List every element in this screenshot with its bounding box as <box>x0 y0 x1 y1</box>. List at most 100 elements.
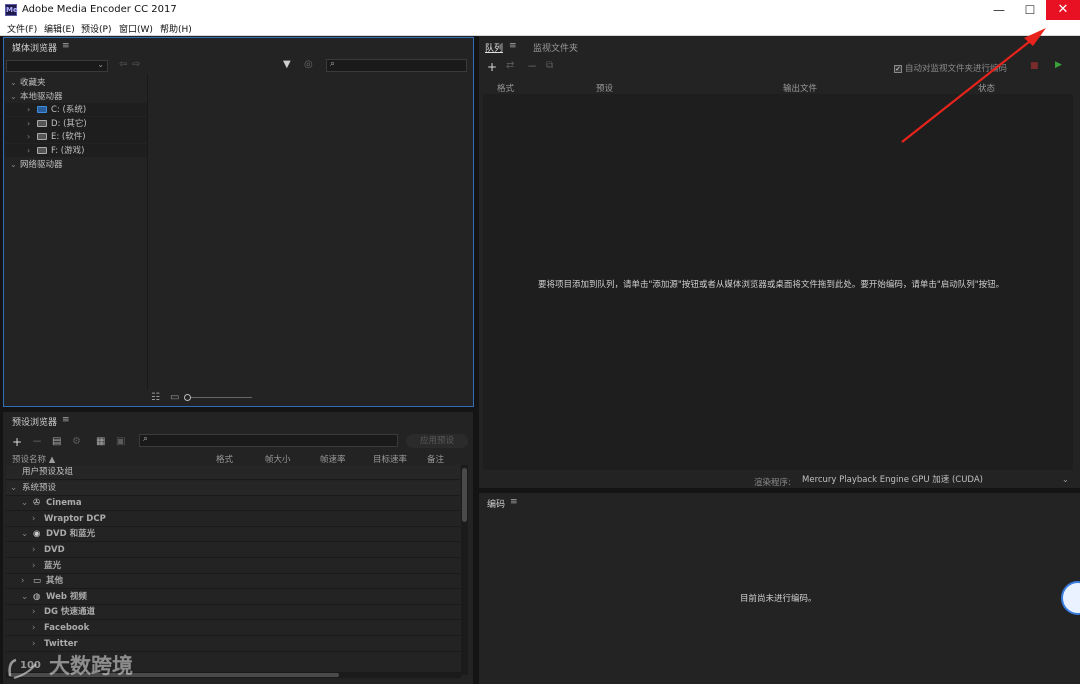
add-source-plus-icon[interactable]: + <box>487 60 497 74</box>
queue-menu-icon[interactable]: ≡ <box>509 41 517 51</box>
chevron-down-icon: ⌄ <box>21 529 29 540</box>
preset-settings-icon[interactable]: ⚙ <box>72 436 81 447</box>
preset-row[interactable]: › Facebook <box>6 621 460 636</box>
preset-row[interactable]: ⌄ ◉ DVD 和蓝光 <box>6 527 460 543</box>
tree-favorites[interactable]: ⌄ 收藏夹 <box>10 76 46 89</box>
watermark: 100 大数跨境 <box>6 650 133 680</box>
preset-row-label: Cinema <box>46 498 82 509</box>
preset-column-format[interactable]: 格式 <box>216 453 233 465</box>
tab-queue[interactable]: 队列 <box>485 41 503 54</box>
disc-icon: ◉ <box>33 529 41 540</box>
queue-column-preset[interactable]: 预设 <box>596 82 613 94</box>
preset-row[interactable]: › ▭ 其他 <box>6 574 460 590</box>
scrollbar-thumb[interactable] <box>462 468 467 522</box>
add-output-icon[interactable]: ⇄ <box>506 60 514 71</box>
preset-row-label: DVD <box>44 545 65 555</box>
preset-column-comment[interactable]: 备注 <box>427 453 444 465</box>
queue-column-status[interactable]: 状态 <box>978 82 995 94</box>
checkbox-checked-icon: ✓ <box>894 64 902 73</box>
menu-edit[interactable]: 编辑(E) <box>44 22 75 35</box>
preset-row[interactable]: ⌄ 系统预设 <box>6 480 460 496</box>
preset-column-frame-rate[interactable]: 帧速率 <box>320 453 346 465</box>
tab-watch-folders[interactable]: 监视文件夹 <box>533 41 578 54</box>
app-logo-icon: Me <box>5 4 18 16</box>
start-queue-play-icon[interactable]: ▶ <box>1055 60 1062 70</box>
menu-file[interactable]: 文件(F) <box>7 22 37 35</box>
preset-column-target-rate[interactable]: 目标速率 <box>373 453 407 465</box>
view-toggle-icon[interactable]: ◎ <box>304 59 313 70</box>
maximize-button[interactable]: ☐ <box>1014 0 1046 20</box>
list-view-icon[interactable]: ☷ <box>151 392 160 403</box>
preset-row[interactable]: › DVD <box>6 543 460 558</box>
import-preset-icon[interactable]: ▦ <box>96 436 105 447</box>
duplicate-icon[interactable]: ⧉ <box>546 60 553 71</box>
new-preset-plus-icon[interactable]: + <box>12 435 22 449</box>
menu-help[interactable]: 帮助(H) <box>160 22 192 35</box>
encoding-idle-message: 目前尚未进行编码。 <box>740 594 817 604</box>
forward-arrow-icon[interactable]: ⇨ <box>132 59 140 70</box>
preset-row[interactable]: › 蓝光 <box>6 559 460 574</box>
apply-preset-button[interactable]: 应用预设 <box>406 434 468 448</box>
new-group-icon[interactable]: ▤ <box>52 436 61 447</box>
monitor-icon: ▭ <box>33 576 42 587</box>
preset-row-label: 用户预设及组 <box>22 467 74 477</box>
queue-column-format[interactable]: 格式 <box>497 82 514 94</box>
chevron-down-icon: ⌄ <box>21 591 29 602</box>
close-button[interactable]: ✕ <box>1046 0 1080 20</box>
chevron-right-icon: › <box>32 513 36 524</box>
preset-row-label: 其他 <box>46 576 64 587</box>
chevron-right-icon: › <box>27 132 31 141</box>
chevron-right-icon: › <box>32 607 36 618</box>
tree-network-drives[interactable]: ⌄ 网络驱动器 <box>10 158 63 171</box>
preset-row[interactable]: › DG 快速通道 <box>6 605 460 621</box>
thumbnail-view-icon[interactable]: ▭ <box>170 392 179 403</box>
chevron-right-icon: › <box>27 105 31 114</box>
auto-encode-checkbox[interactable]: ✓ 自动对监视文件夹进行编码 <box>894 62 1007 74</box>
encoding-menu-icon[interactable]: ≡ <box>510 497 518 507</box>
media-browser-content <box>149 74 472 390</box>
preset-column-frame-size[interactable]: 帧大小 <box>265 453 291 465</box>
chevron-down-icon: ⌄ <box>1061 475 1069 485</box>
tree-drive-e[interactable]: › E: (软件) <box>5 130 147 143</box>
media-browser-title[interactable]: 媒体浏览器 <box>12 41 57 54</box>
preset-browser-title[interactable]: 预设浏览器 <box>12 415 57 428</box>
chevron-down-icon: ⌄ <box>21 498 29 509</box>
thumbnail-size-slider-track[interactable] <box>190 397 252 398</box>
encoding-title[interactable]: 编码 <box>487 497 505 510</box>
renderer-label: 渲染程序: <box>754 478 791 488</box>
preset-row-label: 蓝光 <box>44 560 62 571</box>
chevron-right-icon: › <box>32 623 36 633</box>
media-browser-path-dropdown[interactable]: ⌄ <box>6 60 108 72</box>
media-browser-menu-icon[interactable]: ≡ <box>62 41 70 51</box>
back-arrow-icon[interactable]: ⇦ <box>119 59 127 70</box>
filter-icon[interactable]: ▼ <box>283 59 291 70</box>
stop-queue-icon[interactable]: ■ <box>1030 61 1039 71</box>
hard-drive-icon <box>37 133 47 140</box>
thumbnail-size-slider-handle[interactable] <box>184 394 191 401</box>
preset-row[interactable]: ⌄ ✇ Cinema <box>6 496 460 512</box>
queue-column-output[interactable]: 输出文件 <box>783 82 817 94</box>
tree-drive-d[interactable]: › D: (其它) <box>5 117 147 130</box>
media-browser-search-input[interactable]: ⌕ <box>326 59 467 72</box>
tree-drive-f[interactable]: › F: (游戏) <box>5 144 147 157</box>
renderer-select[interactable]: Mercury Playback Engine GPU 加速 (CUDA) ⌄ <box>798 474 1072 487</box>
tree-drive-c[interactable]: › C: (系统) <box>5 103 147 116</box>
remove-minus-icon[interactable]: − <box>527 59 537 73</box>
film-icon: ✇ <box>33 498 41 509</box>
watermark-logo-icon: 100 <box>8 658 41 679</box>
preset-row-label: 系统预设 <box>22 482 57 493</box>
menu-preset[interactable]: 预设(P) <box>81 22 111 35</box>
preset-column-name[interactable]: 预设名称 ▲ <box>12 453 55 465</box>
chevron-down-icon: ⌄ <box>10 482 18 493</box>
menu-window[interactable]: 窗口(W) <box>119 22 153 35</box>
tree-local-drives[interactable]: ⌄ 本地驱动器 <box>10 90 63 103</box>
preset-list-scrollbar[interactable] <box>461 465 468 675</box>
preset-row[interactable]: › Wraptor DCP <box>6 512 460 527</box>
remove-preset-minus-icon[interactable]: − <box>32 434 42 448</box>
preset-browser-menu-icon[interactable]: ≡ <box>62 415 70 425</box>
preset-search-input[interactable]: ⌕ <box>139 434 398 447</box>
minimize-button[interactable]: — <box>983 0 1015 20</box>
export-preset-icon[interactable]: ▣ <box>116 436 125 447</box>
preset-row[interactable]: ⌄ ◍ Web 视频 <box>6 590 460 605</box>
preset-row[interactable]: 用户预设及组 <box>6 465 460 480</box>
